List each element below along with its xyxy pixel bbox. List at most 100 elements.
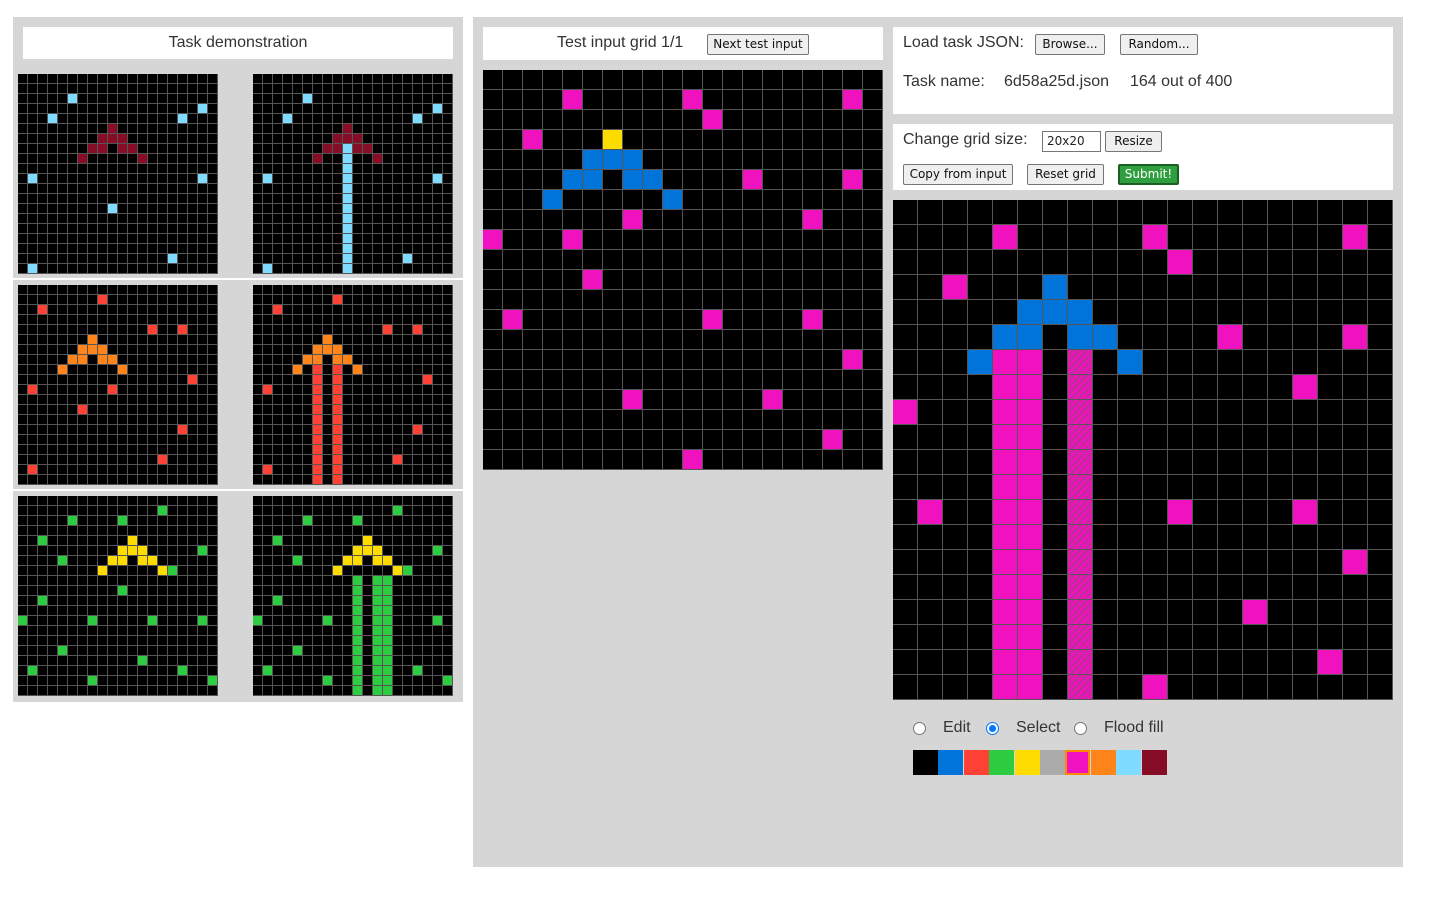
grid-cell[interactable] — [968, 300, 993, 325]
grid-cell[interactable] — [968, 650, 993, 675]
grid-size-input[interactable]: 20x20 — [1042, 131, 1101, 152]
grid-cell[interactable] — [1068, 650, 1093, 675]
grid-cell[interactable] — [1018, 500, 1043, 525]
grid-cell[interactable] — [1318, 275, 1343, 300]
grid-cell[interactable] — [1168, 425, 1193, 450]
grid-cell[interactable] — [1118, 550, 1143, 575]
grid-cell[interactable] — [1168, 450, 1193, 475]
grid-cell[interactable] — [918, 575, 943, 600]
grid-cell[interactable] — [1143, 475, 1168, 500]
grid-cell[interactable] — [1118, 650, 1143, 675]
grid-cell[interactable] — [1118, 625, 1143, 650]
grid-cell[interactable] — [1193, 675, 1218, 700]
grid-cell[interactable] — [1143, 425, 1168, 450]
grid-cell[interactable] — [943, 225, 968, 250]
grid-cell[interactable] — [1043, 600, 1068, 625]
grid-cell[interactable] — [943, 350, 968, 375]
grid-cell[interactable] — [1168, 650, 1193, 675]
grid-cell[interactable] — [918, 250, 943, 275]
grid-cell[interactable] — [968, 475, 993, 500]
grid-cell[interactable] — [1268, 675, 1293, 700]
color-swatch[interactable] — [1090, 750, 1116, 775]
grid-cell[interactable] — [968, 600, 993, 625]
grid-cell[interactable] — [1368, 675, 1393, 700]
grid-cell[interactable] — [1168, 200, 1193, 225]
next-test-input-button[interactable]: Next test input — [707, 34, 809, 55]
grid-cell[interactable] — [1193, 300, 1218, 325]
grid-cell[interactable] — [1018, 350, 1043, 375]
grid-cell[interactable] — [1193, 275, 1218, 300]
grid-cell[interactable] — [893, 200, 918, 225]
color-swatch[interactable] — [1116, 750, 1142, 775]
grid-cell[interactable] — [893, 575, 918, 600]
grid-cell[interactable] — [1368, 325, 1393, 350]
grid-cell[interactable] — [1218, 550, 1243, 575]
grid-cell[interactable] — [1143, 350, 1168, 375]
grid-cell[interactable] — [1368, 425, 1393, 450]
mode-flood-fill-radio[interactable] — [1074, 722, 1087, 735]
resize-button[interactable]: Resize — [1105, 131, 1162, 152]
grid-cell[interactable] — [993, 475, 1018, 500]
submit-button[interactable]: Submit! — [1118, 164, 1179, 185]
color-swatch[interactable] — [913, 750, 938, 775]
grid-cell[interactable] — [893, 400, 918, 425]
grid-cell[interactable] — [1368, 450, 1393, 475]
grid-cell[interactable] — [1243, 250, 1268, 275]
grid-cell[interactable] — [918, 300, 943, 325]
grid-cell[interactable] — [1343, 650, 1368, 675]
grid-cell[interactable] — [968, 225, 993, 250]
grid-cell[interactable] — [1343, 225, 1368, 250]
grid-cell[interactable] — [1293, 200, 1318, 225]
grid-cell[interactable] — [1118, 300, 1143, 325]
grid-cell[interactable] — [1243, 650, 1268, 675]
grid-cell[interactable] — [943, 550, 968, 575]
grid-cell[interactable] — [943, 450, 968, 475]
grid-cell[interactable] — [1293, 350, 1318, 375]
grid-cell[interactable] — [1343, 525, 1368, 550]
grid-cell[interactable] — [1218, 475, 1243, 500]
grid-cell[interactable] — [918, 400, 943, 425]
grid-cell[interactable] — [1268, 500, 1293, 525]
grid-cell[interactable] — [1318, 650, 1343, 675]
grid-cell[interactable] — [1243, 500, 1268, 525]
random-button[interactable]: Random... — [1120, 34, 1198, 55]
grid-cell[interactable] — [1168, 675, 1193, 700]
grid-cell[interactable] — [1343, 275, 1368, 300]
grid-cell[interactable] — [1243, 225, 1268, 250]
grid-cell[interactable] — [1193, 375, 1218, 400]
grid-cell[interactable] — [1193, 200, 1218, 225]
grid-cell[interactable] — [1368, 550, 1393, 575]
grid-cell[interactable] — [1018, 200, 1043, 225]
grid-cell[interactable] — [1293, 600, 1318, 625]
grid-cell[interactable] — [1243, 675, 1268, 700]
grid-cell[interactable] — [1218, 650, 1243, 675]
grid-cell[interactable] — [1268, 600, 1293, 625]
grid-cell[interactable] — [1118, 325, 1143, 350]
grid-cell[interactable] — [1318, 300, 1343, 325]
grid-cell[interactable] — [1018, 625, 1043, 650]
grid-cell[interactable] — [968, 625, 993, 650]
grid-cell[interactable] — [1343, 425, 1368, 450]
grid-cell[interactable] — [1243, 625, 1268, 650]
grid-cell[interactable] — [1143, 525, 1168, 550]
grid-cell[interactable] — [1268, 475, 1293, 500]
grid-cell[interactable] — [1368, 400, 1393, 425]
grid-cell[interactable] — [893, 525, 918, 550]
grid-cell[interactable] — [1243, 375, 1268, 400]
grid-cell[interactable] — [1218, 325, 1243, 350]
grid-cell[interactable] — [1193, 325, 1218, 350]
grid-cell[interactable] — [918, 600, 943, 625]
grid-cell[interactable] — [1143, 400, 1168, 425]
grid-cell[interactable] — [993, 275, 1018, 300]
grid-cell[interactable] — [1243, 525, 1268, 550]
grid-cell[interactable] — [1218, 350, 1243, 375]
color-swatch[interactable] — [1014, 750, 1040, 775]
grid-cell[interactable] — [1268, 250, 1293, 275]
grid-cell[interactable] — [993, 400, 1018, 425]
grid-cell[interactable] — [1093, 600, 1118, 625]
grid-cell[interactable] — [1368, 475, 1393, 500]
grid-cell[interactable] — [1168, 600, 1193, 625]
grid-cell[interactable] — [1218, 675, 1243, 700]
grid-cell[interactable] — [1118, 500, 1143, 525]
grid-cell[interactable] — [1068, 325, 1093, 350]
